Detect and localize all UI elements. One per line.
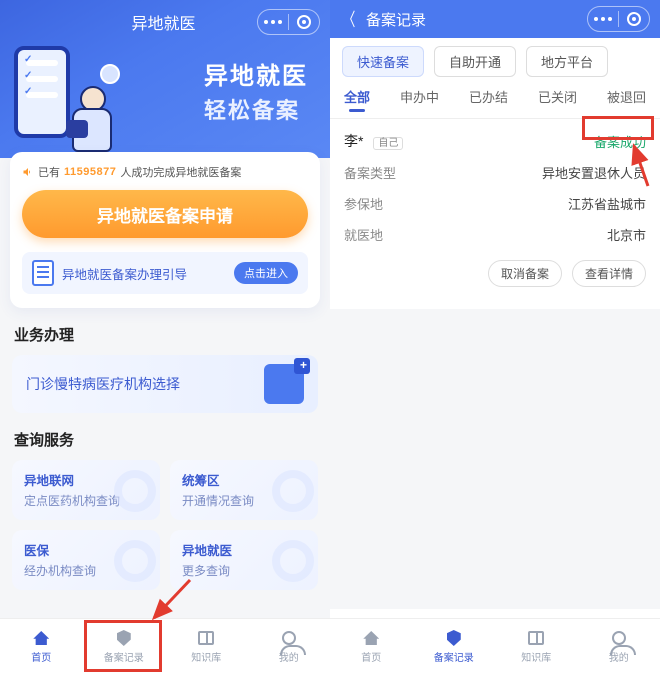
user-icon: [279, 629, 299, 647]
user-icon: [609, 629, 629, 647]
record-card: 李* 自己 备案成功 备案类型 异地安置退休人员 参保地 江苏省盐城市 就医地 …: [342, 119, 648, 299]
records-body: 快速备案 自助开通 地方平台 全部 申办中 已办结 已关闭 被退回 李* 自己 …: [330, 38, 660, 609]
kv-key: 备案类型: [344, 163, 396, 182]
business-card[interactable]: 门诊慢特病医疗机构选择: [12, 355, 318, 413]
page-title: 异地就医: [70, 10, 257, 34]
tabbar: 首页 备案记录 知识库 我的: [0, 618, 330, 674]
kv-row: 就医地 北京市: [344, 225, 646, 244]
page-title: 备案记录: [366, 9, 579, 30]
tab-label: 备案记录: [434, 649, 474, 664]
left-phone: 异地就医 异地就医 轻松备案 已有 11595877 人成功完成异地就医备案 异…: [0, 0, 330, 674]
tab-closed[interactable]: 已关闭: [538, 87, 577, 112]
decoration-icon: [114, 540, 156, 582]
record-header: 李* 自己 备案成功: [344, 131, 646, 151]
tab-label: 首页: [31, 649, 51, 664]
tab-records[interactable]: 备案记录: [413, 619, 496, 674]
more-icon[interactable]: [588, 6, 618, 32]
detail-button[interactable]: 查看详情: [572, 260, 646, 287]
shield-icon: [444, 629, 464, 647]
cancel-button[interactable]: 取消备案: [488, 260, 562, 287]
kv-value: 江苏省盐城市: [568, 194, 646, 213]
tab-label: 首页: [361, 649, 381, 664]
record-actions: 取消备案 查看详情: [344, 260, 646, 287]
filter-chip-local[interactable]: 地方平台: [526, 46, 608, 77]
query-card[interactable]: 医保 经办机构查询: [12, 530, 160, 590]
record-name: 李*: [344, 133, 363, 149]
titlebar: 〈 备案记录: [330, 0, 660, 38]
tab-mine[interactable]: 我的: [578, 619, 660, 674]
decoration-icon: [272, 470, 314, 512]
tab-rejected[interactable]: 被退回: [607, 87, 646, 112]
tab-mine[interactable]: 我的: [248, 619, 331, 674]
success-suffix: 人成功完成异地就医备案: [120, 164, 241, 180]
query-grid: 异地联网 定点医药机构查询 统筹区 开通情况查询 医保 经办机构查询 异地就医 …: [12, 460, 318, 590]
empty-space: [330, 309, 660, 609]
kv-key: 就医地: [344, 225, 383, 244]
success-prefix: 已有: [38, 164, 60, 180]
kv-row: 备案类型 异地安置退休人员: [344, 163, 646, 182]
query-card[interactable]: 统筹区 开通情况查询: [170, 460, 318, 520]
success-count: 11595877: [64, 166, 116, 178]
more-icon[interactable]: [258, 9, 288, 35]
hospital-icon: [264, 364, 304, 404]
tab-label: 备案记录: [104, 649, 144, 664]
tab-records[interactable]: 备案记录: [83, 619, 166, 674]
decoration-icon: [114, 470, 156, 512]
hero-illustration: [14, 46, 70, 138]
tab-processing[interactable]: 申办中: [400, 87, 439, 112]
tab-home[interactable]: 首页: [0, 619, 83, 674]
tab-home[interactable]: 首页: [330, 619, 413, 674]
main-card: 已有 11595877 人成功完成异地就医备案 异地就医备案申请 异地就医备案办…: [10, 152, 320, 308]
query-card[interactable]: 异地就医 更多查询: [170, 530, 318, 590]
status-tabs: 全部 申办中 已办结 已关闭 被退回: [342, 87, 648, 118]
tab-label: 知识库: [191, 649, 221, 664]
titlebar: 异地就医: [0, 6, 330, 38]
filter-row: 快速备案 自助开通 地方平台: [342, 46, 648, 77]
home-icon: [361, 629, 381, 647]
apply-button[interactable]: 异地就医备案申请: [22, 190, 308, 238]
business-card-label: 门诊慢特病医疗机构选择: [26, 374, 180, 394]
decoration-icon: [272, 540, 314, 582]
hero-line1: 异地就医: [204, 56, 308, 91]
close-icon[interactable]: [619, 6, 649, 32]
book-icon: [526, 629, 546, 647]
hero-banner: 异地就医 异地就医 轻松备案: [0, 0, 330, 158]
filter-chip-self[interactable]: 自助开通: [434, 46, 516, 77]
right-phone: 〈 备案记录 快速备案 自助开通 地方平台 全部 申办中 已办结 已关闭 被退回…: [330, 0, 660, 674]
self-tag: 自己: [373, 137, 403, 150]
hero-text: 异地就医 轻松备案: [204, 56, 308, 125]
kv-value: 北京市: [607, 225, 646, 244]
speaker-icon: [22, 166, 34, 178]
section-title-query: 查询服务: [0, 413, 330, 460]
tabbar: 首页 备案记录 知识库 我的: [330, 618, 660, 674]
tab-done[interactable]: 已办结: [469, 87, 508, 112]
tab-label: 知识库: [521, 649, 551, 664]
miniprogram-capsule[interactable]: [257, 9, 320, 35]
tab-knowledge[interactable]: 知识库: [165, 619, 248, 674]
kv-key: 参保地: [344, 194, 383, 213]
guide-text: 异地就医备案办理引导: [62, 264, 226, 283]
guide-row[interactable]: 异地就医备案办理引导 点击进入: [22, 252, 308, 294]
status-badge: 备案成功: [594, 132, 646, 151]
query-card[interactable]: 异地联网 定点医药机构查询: [12, 460, 160, 520]
close-icon[interactable]: [289, 9, 319, 35]
tab-knowledge[interactable]: 知识库: [495, 619, 578, 674]
tab-all[interactable]: 全部: [344, 87, 370, 112]
section-title-business: 业务办理: [0, 308, 330, 355]
home-icon: [31, 629, 51, 647]
filter-chip-fast[interactable]: 快速备案: [342, 46, 424, 77]
hero-line2: 轻松备案: [204, 93, 308, 125]
shield-icon: [114, 629, 134, 647]
kv-value: 异地安置退休人员: [542, 163, 646, 182]
book-icon: [196, 629, 216, 647]
miniprogram-capsule[interactable]: [587, 6, 650, 32]
success-count-line: 已有 11595877 人成功完成异地就医备案: [22, 164, 308, 180]
guide-chip[interactable]: 点击进入: [234, 262, 298, 284]
back-icon[interactable]: 〈: [343, 6, 356, 32]
kv-row: 参保地 江苏省盐城市: [344, 194, 646, 213]
document-icon: [32, 260, 54, 286]
